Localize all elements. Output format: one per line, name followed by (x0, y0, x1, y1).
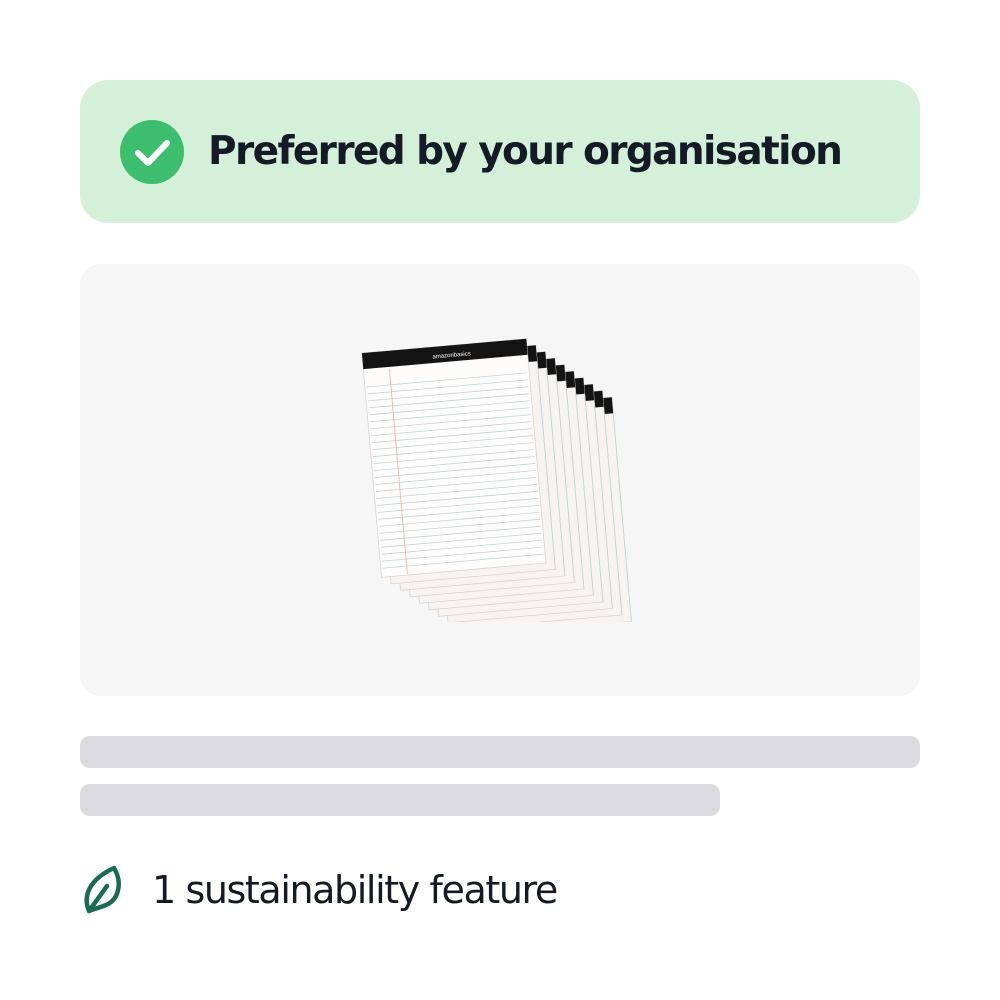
title-placeholder-line (80, 736, 920, 768)
check-circle-icon (120, 119, 184, 184)
preferred-banner: Preferred by your organisation (80, 80, 920, 223)
sustainability-feature[interactable]: 1 sustainability feature (84, 862, 558, 918)
legal-pads-image: amazonbasics (361, 338, 632, 622)
subtitle-placeholder-line (80, 784, 720, 816)
product-card: Preferred by your organisation amazonbas… (0, 0, 1000, 1000)
preferred-banner-label: Preferred by your organisation (208, 129, 843, 174)
sustainability-feature-label: 1 sustainability feature (152, 868, 558, 912)
leaf-icon (84, 865, 121, 914)
product-image-panel[interactable]: amazonbasics (80, 264, 920, 696)
